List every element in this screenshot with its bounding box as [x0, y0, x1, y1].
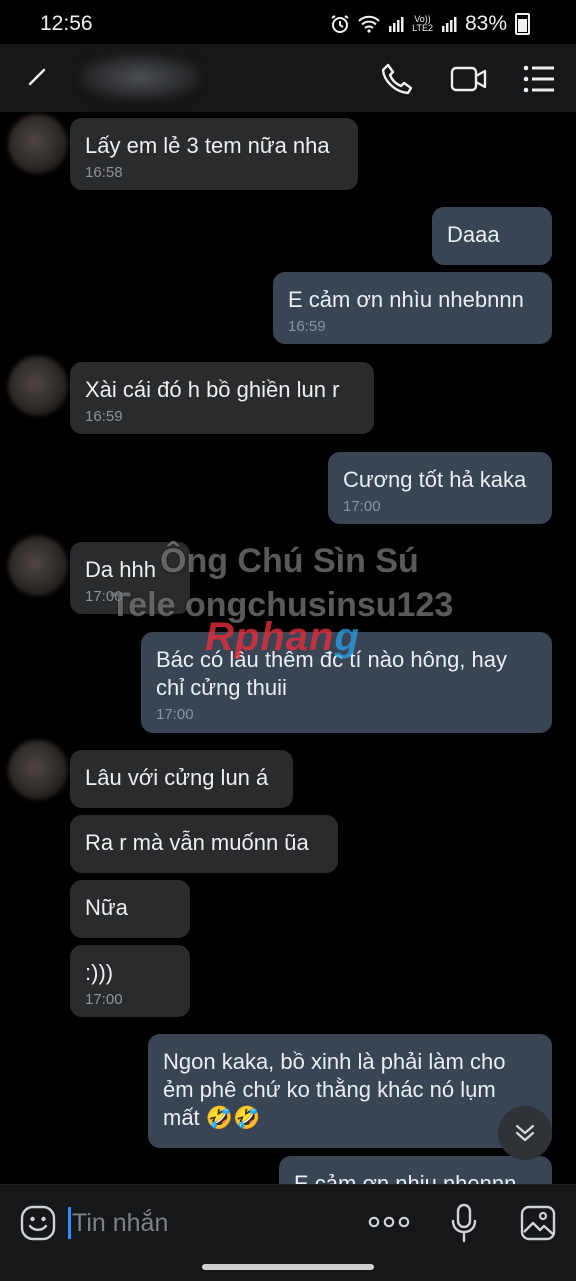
message-text: Daaa	[447, 222, 500, 247]
menu-icon[interactable]	[522, 64, 556, 94]
signal-icon-2	[441, 17, 457, 32]
chat-header	[0, 44, 576, 112]
message-text: :)))	[85, 960, 114, 985]
message-bubble[interactable]: Daaa	[432, 207, 552, 265]
message-bubble[interactable]: E cảm ơn nhìu nhebnnn 16:59	[273, 272, 552, 344]
contact-name-blurred[interactable]	[80, 54, 200, 100]
watermark-logo-main: Rphan	[205, 615, 335, 659]
message-text: Xài cái đó h bồ ghiền lun r	[85, 377, 340, 402]
signal-icon-1	[389, 17, 404, 32]
contact-avatar[interactable]	[8, 536, 68, 596]
back-icon[interactable]	[26, 66, 48, 88]
watermark-logo: Rphang	[205, 615, 360, 660]
text-caret	[68, 1207, 71, 1239]
message-time: 17:00	[156, 706, 194, 723]
message-time: 16:59	[288, 318, 326, 335]
message-bubble[interactable]: Ra r mà vẫn muốnn ũa	[70, 815, 338, 873]
message-bubble[interactable]: Cương tốt hả kaka 17:00	[328, 452, 552, 524]
image-icon[interactable]	[520, 1205, 556, 1241]
message-time: 17:00	[85, 991, 123, 1008]
message-text: Lấy em lẻ 3 tem nữa nha	[85, 133, 330, 158]
status-icons: Vo)) LTE2 83%	[330, 12, 530, 36]
message-time: 16:58	[85, 164, 123, 181]
watermark-line1: Ông Chú Sìn Sú	[160, 542, 419, 580]
message-text: Ngon kaka, bồ xinh là phải làm cho ẻm ph…	[163, 1049, 506, 1130]
navigation-handle[interactable]	[202, 1264, 374, 1270]
emoji-icon[interactable]	[20, 1205, 56, 1241]
alarm-icon	[331, 15, 349, 33]
status-bar: 12:56 Vo)) LTE2 83%	[0, 0, 576, 44]
message-time: 17:00	[343, 498, 381, 515]
message-text: E cảm ơn nhiu nhennn	[294, 1171, 517, 1184]
message-text: Lâu với cửng lun á	[85, 765, 269, 790]
message-text: Cương tốt hả kaka	[343, 467, 527, 492]
microphone-icon[interactable]	[450, 1203, 478, 1243]
more-options-icon[interactable]	[368, 1215, 410, 1229]
message-bubble[interactable]: E cảm ơn nhiu nhennn	[279, 1156, 552, 1184]
message-text: E cảm ơn nhìu nhebnnn	[288, 287, 524, 312]
contact-avatar[interactable]	[8, 114, 68, 174]
message-bubble[interactable]: Lấy em lẻ 3 tem nữa nha 16:58	[70, 118, 358, 190]
message-text: Ra r mà vẫn muốnn ũa	[85, 830, 309, 855]
message-bubble[interactable]: Ngon kaka, bồ xinh là phải làm cho ẻm ph…	[148, 1034, 552, 1148]
lte-label: LTE2	[412, 23, 433, 33]
message-input[interactable]: Tin nhắn	[72, 1209, 168, 1238]
message-text: Nữa	[85, 895, 128, 920]
message-bubble[interactable]: :))) 17:00	[70, 945, 190, 1017]
double-chevron-down-icon	[515, 1124, 535, 1142]
message-bubble[interactable]: Lâu với cửng lun á	[70, 750, 293, 808]
volte-indicator: Vo)) LTE2	[412, 15, 433, 33]
wifi-icon	[358, 15, 380, 33]
scroll-to-bottom-button[interactable]	[498, 1106, 552, 1160]
message-time: 16:59	[85, 408, 123, 425]
video-call-icon[interactable]	[450, 62, 488, 96]
phone-icon[interactable]	[380, 62, 414, 96]
message-bubble[interactable]: Xài cái đó h bồ ghiền lun r 16:59	[70, 362, 374, 434]
contact-avatar[interactable]	[8, 356, 68, 416]
contact-avatar[interactable]	[8, 740, 68, 800]
battery-percent: 83%	[464, 12, 507, 35]
watermark-logo-tail: g	[334, 615, 360, 659]
status-time: 12:56	[40, 12, 93, 35]
message-bubble[interactable]: Nữa	[70, 880, 190, 938]
battery-icon	[515, 13, 530, 35]
